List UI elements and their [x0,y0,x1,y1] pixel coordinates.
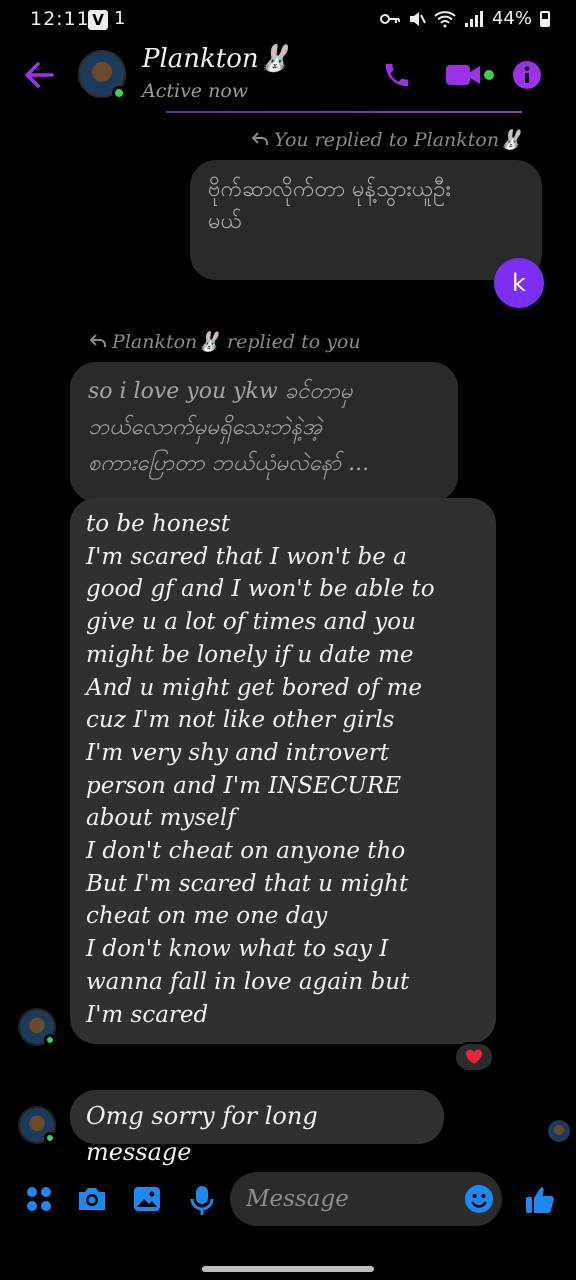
info-icon[interactable] [512,60,542,90]
mute-icon [409,11,426,26]
gallery-icon[interactable] [132,1184,162,1214]
video-icon[interactable] [444,60,496,90]
reply-label-text: You replied to Plankton🐰 [274,129,523,151]
online-indicator [44,1034,56,1046]
seen-receipt-avatar [548,1120,570,1142]
reply-label-outgoing: You replied to Plankton🐰 [251,128,523,151]
message-composer [0,1166,576,1236]
last-received-message[interactable]: Omg sorry for long message [70,1090,444,1166]
battery-icon [540,10,550,27]
emoji-icon[interactable] [464,1184,494,1214]
phone-icon[interactable] [382,60,412,90]
quoted-sent-text: ဗိုက်ဆာလိုက်တာ မုန့်သွားယူဦး မယ် [208,177,452,234]
key-icon [379,13,400,24]
message-reaction[interactable] [454,1042,494,1072]
signal-icon [464,10,483,27]
header-divider [166,111,522,113]
contact-active-status: Active now [142,80,249,102]
status-time: 12:11 [30,8,90,30]
chat-header: Plankton🐰 Active now [0,40,576,112]
back-arrow-icon[interactable] [22,58,56,92]
last-message-text: Omg sorry for long message [86,1102,318,1166]
status-v-badge: V [88,10,108,30]
wifi-icon [434,10,456,27]
message-input[interactable] [230,1172,502,1226]
battery-percent: 44% [491,8,532,29]
quoted-sent-message[interactable]: ဗိုက်ဆာလိုက်တာ မုန့်သွားယူဦး မယ် [190,160,542,280]
long-received-message[interactable]: to be honest I'm scared that I won't be … [70,498,496,1044]
camera-icon[interactable] [76,1184,108,1214]
heart-icon [465,1049,483,1064]
sender-avatar[interactable]: k [494,258,544,308]
home-indicator[interactable] [202,1266,374,1272]
online-indicator [112,86,126,100]
long-message-text: to be honest I'm scared that I won't be … [86,511,435,1028]
reply-label-text: Plankton🐰 replied to you [112,331,361,353]
mic-icon[interactable] [188,1184,216,1216]
status-network: 1 [114,8,126,29]
online-indicator [44,1132,56,1144]
status-right-icons: 44% [379,8,550,29]
quoted-received-message[interactable]: so i love you ykw ခင်တာမှ ဘယ်လောက်မှမရှိ… [70,362,458,502]
contact-name[interactable]: Plankton🐰 [142,44,291,74]
thumbs-up-icon[interactable] [524,1184,556,1216]
reply-arrow-icon [89,334,106,347]
grid-icon[interactable] [24,1184,54,1214]
status-bar: 12:11 V 1 44% [0,0,576,44]
reply-label-incoming: Plankton🐰 replied to you [89,330,361,353]
reply-arrow-icon [251,132,268,145]
quoted-received-text: so i love you ykw ခင်တာမှ ဘယ်လောက်မှမရှိ… [88,379,370,476]
